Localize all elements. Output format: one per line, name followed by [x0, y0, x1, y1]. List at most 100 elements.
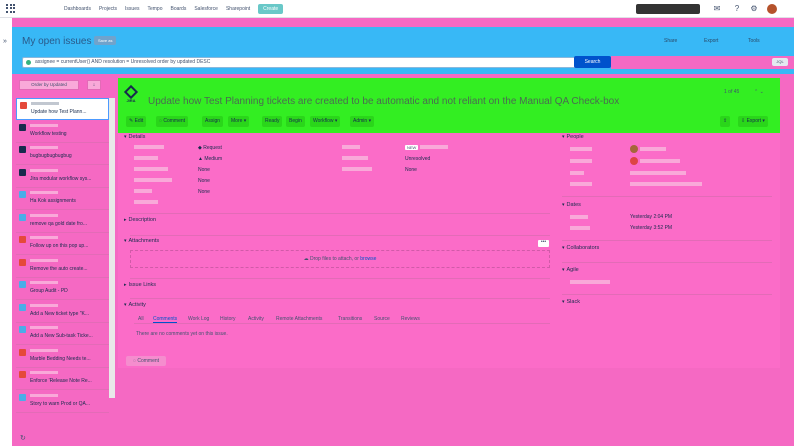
comment-button[interactable]: ◌ Comment [156, 116, 189, 127]
list-item[interactable]: Marble Bedding Needs te... [16, 346, 109, 368]
affects-value: None [198, 167, 210, 173]
nav-projects[interactable]: Projects [99, 6, 117, 12]
ready-button[interactable]: Ready [262, 116, 283, 127]
created-value: Yesterday 2:04 PM [630, 214, 673, 220]
issue-key-redacted [30, 326, 58, 329]
workflow-button[interactable]: Workflow ▾ [310, 116, 341, 127]
tab-reviews[interactable]: Reviews [401, 316, 420, 322]
refresh-icon[interactable]: ↻ [20, 434, 26, 442]
issue-title: Update how Test Planning tickets are cre… [148, 96, 620, 107]
help-icon[interactable]: ? [732, 4, 742, 14]
nav-dashboards[interactable]: Dashboards [64, 6, 91, 12]
share-button[interactable]: Share [664, 38, 677, 44]
more-button[interactable]: More ▾ [228, 116, 250, 127]
status-badge[interactable]: NEW [405, 145, 419, 150]
jql-toggle[interactable]: JQL [772, 58, 788, 66]
attachments-heading[interactable]: ▾ Attachments [124, 238, 159, 244]
nav-salesforce[interactable]: Salesforce [194, 6, 218, 12]
tab-transitions[interactable]: Transitions [338, 316, 362, 322]
issue-summary: Add a New Sub-task Ticke... [30, 333, 93, 339]
list-item[interactable]: Enforce 'Release Note Re... [16, 368, 109, 390]
jql-text: assignee = currentUser() AND resolution … [35, 59, 211, 65]
list-item[interactable]: remove qa gold date fro... [16, 211, 109, 233]
tab-work-log[interactable]: Work Log [188, 316, 209, 322]
agile-heading[interactable]: ▾ Agile [562, 267, 579, 273]
issue-key-redacted [30, 258, 58, 262]
issue-list: Order by Updated ↓ Update how Test Plann… [12, 74, 116, 446]
list-scrollbar[interactable] [109, 98, 115, 398]
tab-comments[interactable]: Comments [153, 316, 178, 323]
dates-heading[interactable]: ▾ Dates [562, 202, 581, 208]
attachment-options-button[interactable]: ••• [538, 240, 549, 247]
people-heading[interactable]: ▾ People [562, 134, 584, 140]
list-item[interactable]: Update how Test Plann... [16, 98, 109, 120]
edit-button[interactable]: ✎ Edit [126, 116, 147, 127]
assign-button[interactable]: Assign [202, 116, 224, 127]
issue-summary: Story to warn Prod or QA... [30, 400, 91, 407]
app-switcher-icon[interactable] [6, 3, 16, 14]
tab-remote-attachments[interactable]: Remote Attachments [276, 316, 322, 322]
attachment-dropzone[interactable]: ☁ Drop files to attach, or browse [130, 250, 550, 268]
nav-tempo[interactable]: Tempo [147, 6, 162, 12]
details-heading[interactable]: ▾ Details [124, 134, 145, 140]
list-item[interactable]: Ha Kok assignments [16, 188, 109, 210]
nav-boards[interactable]: Boards [171, 6, 187, 12]
add-comment-button[interactable]: ◌ Comment [126, 356, 166, 366]
tools-button[interactable]: Tools [748, 38, 760, 44]
reporter-avatar[interactable] [630, 157, 638, 165]
issue-summary: Group Audit - PD [30, 288, 68, 294]
sort-direction-button[interactable]: ↓ [87, 80, 101, 90]
logo[interactable] [22, 6, 50, 12]
begin-button[interactable]: Begin [286, 116, 305, 127]
issue-summary: Jira modular workflow sys... [30, 175, 92, 182]
collaborators-heading[interactable]: ▾ Collaborators [562, 245, 599, 251]
list-item[interactable]: Add a New ticket type "K... [16, 301, 109, 323]
save-as-button[interactable]: Save as [94, 36, 117, 45]
assignee-avatar[interactable] [630, 145, 638, 153]
check-type-icon [19, 281, 26, 288]
components-value: None [198, 178, 210, 184]
chevron-down-icon: ▾ [124, 238, 127, 244]
activity-heading[interactable]: ▾ Activity [124, 302, 146, 308]
updated-value: Yesterday 3:52 PM [630, 225, 673, 231]
search-button[interactable]: Search [574, 56, 611, 68]
order-by-dropdown[interactable]: Order by Updated [19, 80, 79, 90]
admin-button[interactable]: Admin ▾ [350, 116, 375, 127]
list-item[interactable]: Add a New Sub-task Ticke... [16, 323, 109, 345]
expand-sidebar-icon[interactable]: » [3, 38, 7, 45]
issue-key-redacted [30, 281, 58, 284]
issue-nav-arrows-icon[interactable]: ⌃ ⌄ [754, 89, 764, 95]
issue-header: JIRA Update how Test Planning tickets ar… [118, 78, 780, 133]
megaphone-icon[interactable]: ✉ [712, 4, 722, 14]
create-button[interactable]: Create [258, 3, 284, 14]
export-issue-button[interactable]: ⇩ Export ▾ [738, 116, 768, 127]
issue-summary: Update how Test Plann... [31, 109, 87, 115]
description-heading[interactable]: ▸ Description [124, 217, 156, 223]
chevron-down-icon: ▾ [562, 245, 565, 251]
list-item[interactable]: Follow up on this pop up... [16, 233, 109, 255]
list-item[interactable]: Group Audit - PD [16, 278, 109, 300]
gear-icon[interactable]: ⚙ [749, 4, 759, 14]
browse-link[interactable]: browse [360, 256, 376, 262]
export-button[interactable]: Export [704, 38, 718, 44]
issue-key-redacted [30, 393, 58, 397]
slack-heading[interactable]: ▾ Slack [562, 299, 580, 305]
avatar[interactable] [767, 4, 777, 14]
list-item[interactable]: Workflow testing [16, 121, 109, 143]
share-issue-button[interactable]: ⇪ [720, 116, 731, 127]
nav-sharepoint[interactable]: Sharepoint [226, 6, 250, 12]
global-search-input[interactable] [636, 4, 700, 14]
tab-all[interactable]: All [138, 316, 144, 322]
list-item[interactable]: Story to warn Prod or QA... [16, 391, 109, 413]
global-nav: Dashboards Projects Issues Tempo Boards … [0, 0, 794, 18]
issue-links-heading[interactable]: ▸ Issue Links [124, 282, 156, 288]
tab-history[interactable]: History [220, 316, 236, 322]
search-tools-bar: JQL [611, 56, 794, 69]
list-item[interactable]: Remove the auto create... [16, 256, 109, 278]
tab-activity[interactable]: Activity [248, 316, 264, 322]
nav-issues[interactable]: Issues [125, 6, 139, 12]
tab-source[interactable]: Source [374, 316, 390, 322]
list-item[interactable]: Jira modular workflow sys... [16, 166, 109, 188]
list-item[interactable]: bugbugbugbugbug [16, 143, 109, 165]
jql-input[interactable]: assignee = currentUser() AND resolution … [22, 57, 582, 68]
